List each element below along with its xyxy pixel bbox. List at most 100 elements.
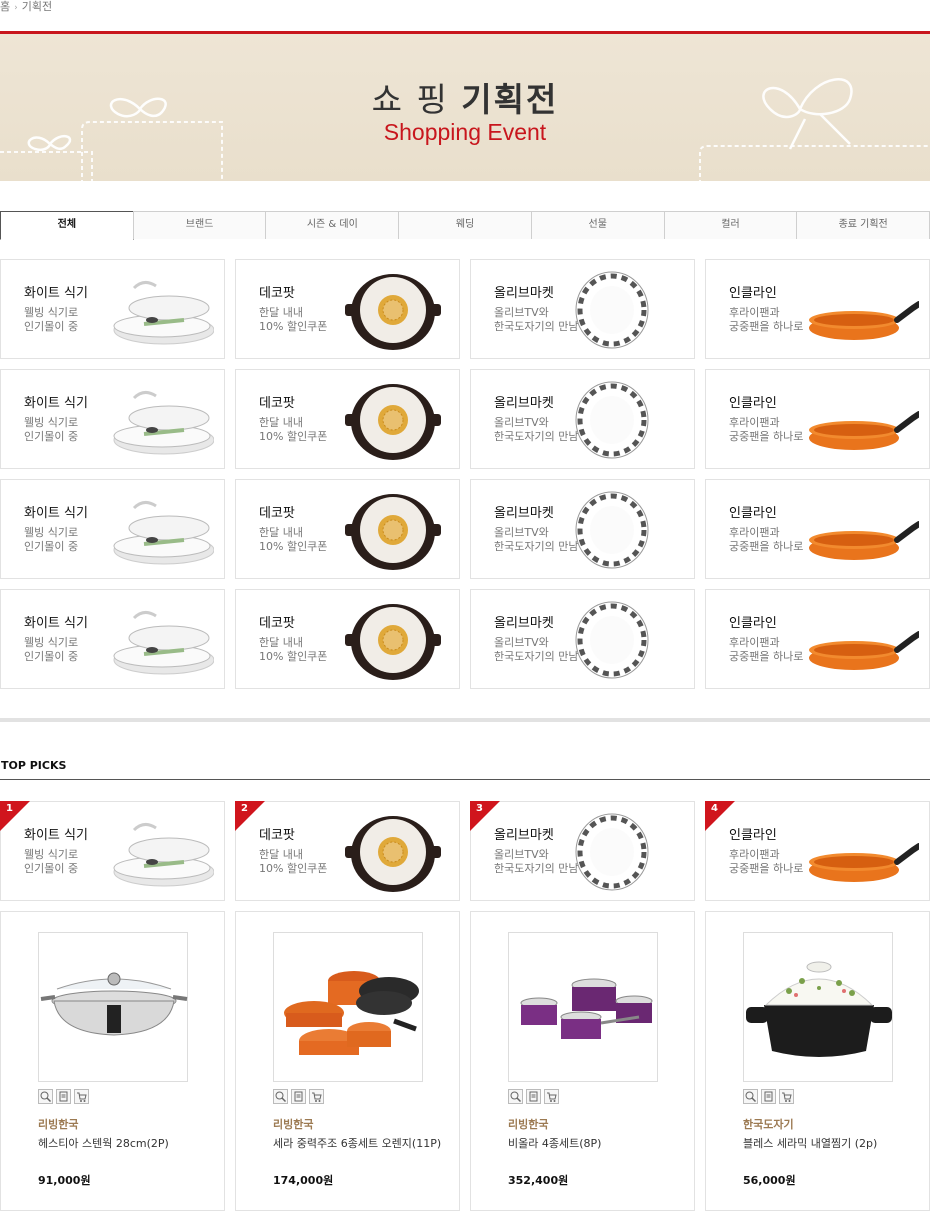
card-title: 인클라인 (729, 828, 777, 843)
product-brand: 리빙한국 (508, 1118, 549, 1131)
card-title: 데코팟 (259, 506, 295, 521)
event-card-incline[interactable]: 4 인클라인 후라이팬과 궁중팬을 하나로 (705, 801, 930, 901)
event-card-white-dish[interactable]: 1 화이트 식기 웰빙 식기로 인기몰이 중 (0, 801, 225, 901)
event-card-deco-pot[interactable]: 2 데코팟 한달 내내 10% 할인쿠폰 (235, 801, 460, 901)
product-card[interactable]: 리빙한국 비올라 4종세트(8P) 352,400원 (470, 911, 695, 1211)
event-card-olive-market[interactable]: 올리브마켓 올리브TV와 한국도자기의 만남 (470, 369, 695, 469)
product-card[interactable]: 리빙한국 세라 중력주조 6종세트 오렌지(11P) 174,000원 (235, 911, 460, 1211)
card-description: 올리브TV와 한국도자기의 만남 (494, 526, 579, 553)
chevron-right-icon: › (14, 3, 18, 13)
cart-icon[interactable] (779, 1089, 794, 1104)
card-title: 인클라인 (729, 506, 777, 521)
product-name[interactable]: 비올라 4종세트(8P) (508, 1136, 688, 1151)
card-title: 화이트 식기 (24, 828, 88, 843)
banner-subtitle: Shopping Event (383, 119, 547, 145)
zoom-icon[interactable] (38, 1089, 53, 1104)
card-description: 올리브TV와 한국도자기의 만남 (494, 636, 579, 663)
plate-icon (574, 378, 684, 462)
detail-icon[interactable] (526, 1089, 541, 1104)
card-title: 화이트 식기 (24, 616, 88, 631)
white-dish-icon (104, 268, 215, 352)
tab-wedding[interactable]: 웨딩 (398, 211, 532, 239)
card-description: 웰빙 식기로 인기몰이 중 (24, 848, 79, 875)
zoom-icon[interactable] (743, 1089, 758, 1104)
product-card[interactable]: 리빙한국 헤스티아 스텐웍 28cm(2P) 91,000원 (0, 911, 225, 1211)
event-card-olive-market[interactable]: 3 올리브마켓 올리브TV와 한국도자기의 만남 (470, 801, 695, 901)
tab-gift[interactable]: 선물 (530, 211, 665, 239)
card-title: 올리브마켓 (494, 286, 554, 301)
event-card-olive-market[interactable]: 올리브마켓 올리브TV와 한국도자기의 만남 (470, 259, 695, 359)
ceramic-steamer-icon[interactable] (743, 932, 893, 1082)
detail-icon[interactable] (56, 1089, 71, 1104)
event-card-deco-pot[interactable]: 데코팟 한달 내내 10% 할인쿠폰 (235, 259, 460, 359)
card-description: 한달 내내 10% 할인쿠폰 (259, 306, 328, 333)
zoom-icon[interactable] (273, 1089, 288, 1104)
card-description: 한달 내내 10% 할인쿠폰 (259, 848, 328, 875)
zoom-icon[interactable] (508, 1089, 523, 1104)
product-actions (508, 1089, 559, 1104)
product-brand: 리빙한국 (38, 1118, 79, 1131)
section-divider (0, 718, 930, 722)
breadcrumb-home[interactable]: 홈 (0, 0, 10, 13)
card-description: 웰빙 식기로 인기몰이 중 (24, 636, 79, 663)
top-picks-underline (0, 779, 930, 780)
card-description: 후라이팬과 궁중팬을 하나로 (729, 306, 804, 333)
detail-icon[interactable] (761, 1089, 776, 1104)
card-description: 올리브TV와 한국도자기의 만남 (494, 306, 579, 333)
product-name[interactable]: 헤스티아 스텐웍 28cm(2P) (38, 1136, 218, 1151)
card-description: 올리브TV와 한국도자기의 만남 (494, 848, 579, 875)
deco-pot-icon (339, 268, 449, 352)
product-card[interactable]: 한국도자기 블레스 세라믹 내열찜기 (2p) 56,000원 (705, 911, 930, 1211)
event-card-white-dish[interactable]: 화이트 식기 웰빙 식기로 인기몰이 중 (0, 589, 225, 689)
event-card-incline[interactable]: 인클라인 후라이팬과 궁중팬을 하나로 (705, 589, 930, 689)
product-name[interactable]: 세라 중력주조 6종세트 오렌지(11P) (273, 1136, 453, 1151)
cart-icon[interactable] (74, 1089, 89, 1104)
event-card-white-dish[interactable]: 화이트 식기 웰빙 식기로 인기몰이 중 (0, 479, 225, 579)
breadcrumb-current[interactable]: 기획전 (22, 0, 52, 13)
tab-color[interactable]: 컬러 (663, 211, 798, 239)
card-title: 올리브마켓 (494, 616, 554, 631)
tab-brand[interactable]: 브랜드 (132, 211, 267, 239)
white-dish-icon (104, 598, 215, 682)
purple-pot-set-icon[interactable] (508, 932, 658, 1082)
card-title: 데코팟 (259, 828, 295, 843)
card-description: 한달 내내 10% 할인쿠폰 (259, 526, 328, 553)
event-card-deco-pot[interactable]: 데코팟 한달 내내 10% 할인쿠폰 (235, 589, 460, 689)
card-title: 인클라인 (729, 616, 777, 631)
deco-pot-icon (339, 488, 449, 572)
frying-pan-icon (809, 488, 922, 572)
frying-pan-icon (809, 598, 922, 682)
tab-season-day[interactable]: 시즌 & 데이 (265, 211, 400, 239)
cart-icon[interactable] (544, 1089, 559, 1104)
card-description: 후라이팬과 궁중팬을 하나로 (729, 848, 804, 875)
cart-icon[interactable] (309, 1089, 324, 1104)
rank-number: 1 (6, 803, 13, 814)
card-description: 후라이팬과 궁중팬을 하나로 (729, 526, 804, 553)
product-actions (743, 1089, 794, 1104)
product-price: 174,000원 (273, 1174, 334, 1187)
card-title: 인클라인 (729, 286, 777, 301)
event-card-deco-pot[interactable]: 데코팟 한달 내내 10% 할인쿠폰 (235, 479, 460, 579)
product-brand: 리빙한국 (273, 1118, 314, 1131)
event-card-olive-market[interactable]: 올리브마켓 올리브TV와 한국도자기의 만남 (470, 589, 695, 689)
event-card-olive-market[interactable]: 올리브마켓 올리브TV와 한국도자기의 만남 (470, 479, 695, 579)
tab-ended-events[interactable]: 종료 기획전 (796, 211, 930, 239)
event-card-white-dish[interactable]: 화이트 식기 웰빙 식기로 인기몰이 중 (0, 369, 225, 469)
detail-icon[interactable] (291, 1089, 306, 1104)
card-description: 후라이팬과 궁중팬을 하나로 (729, 636, 804, 663)
event-card-incline[interactable]: 인클라인 후라이팬과 궁중팬을 하나로 (705, 259, 930, 359)
deco-pot-icon (339, 598, 449, 682)
event-card-incline[interactable]: 인클라인 후라이팬과 궁중팬을 하나로 (705, 369, 930, 469)
event-card-deco-pot[interactable]: 데코팟 한달 내내 10% 할인쿠폰 (235, 369, 460, 469)
event-card-incline[interactable]: 인클라인 후라이팬과 궁중팬을 하나로 (705, 479, 930, 579)
top-picks-title: TOP PICKS (1, 759, 67, 772)
event-card-white-dish[interactable]: 화이트 식기 웰빙 식기로 인기몰이 중 (0, 259, 225, 359)
stainless-wok-icon[interactable] (38, 932, 188, 1082)
product-name[interactable]: 블레스 세라믹 내열찜기 (2p) (743, 1136, 923, 1151)
orange-cookware-set-icon[interactable] (273, 932, 423, 1082)
frying-pan-icon (809, 268, 922, 352)
shopping-event-banner: 쇼 핑 기획전 Shopping Event (0, 31, 930, 181)
rank-number: 4 (711, 803, 718, 814)
deco-pot-icon (339, 378, 449, 462)
tab-all[interactable]: 전체 (0, 211, 134, 240)
